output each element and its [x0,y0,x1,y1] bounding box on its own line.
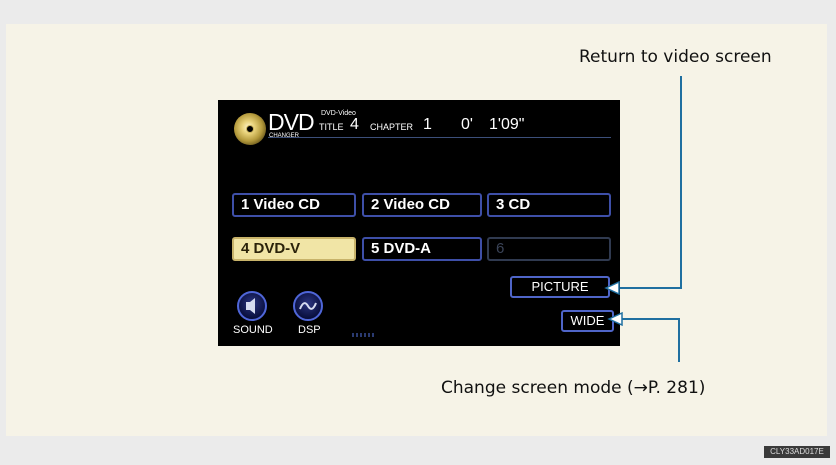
title-label: TITLE [319,122,344,132]
disc-slot-6[interactable]: 6 [487,237,611,261]
change-annotation: Change screen mode (→P. 281) [441,378,706,398]
logo-text: DVD [268,109,315,135]
sound-label: SOUND [233,324,273,336]
disc-slot-2[interactable]: 2 Video CD [362,193,482,217]
disc-slot-1[interactable]: 1 Video CD [232,193,356,217]
dsp-button[interactable] [293,291,323,321]
change-leader-line [678,318,680,362]
return-annotation: Return to video screen [579,47,772,67]
header-divider [268,137,611,138]
return-arrow-icon [604,280,620,296]
title-value: 4 [350,116,359,133]
disc-slot-3[interactable]: 3 CD [487,193,611,217]
logo-subtext: CHANGER [269,133,300,139]
disc-slot-4[interactable]: 4 DVD-V [232,237,356,261]
disc-slot-5[interactable]: 5 DVD-A [362,237,482,261]
chapter-label: CHAPTER [370,122,414,132]
chapter-value: 1 [423,116,432,133]
image-code: CLY33AD017E [764,446,830,458]
change-arrow-icon [607,311,623,327]
sound-button[interactable] [237,291,267,321]
return-leader-horizontal [620,287,682,289]
signal-level-indicator [352,333,374,337]
speaker-icon [246,298,255,314]
picture-button[interactable]: PICTURE [510,276,610,298]
elapsed-hours: 0' [461,116,473,133]
dsp-wave-icon [299,302,317,310]
dsp-label: DSP [298,324,321,336]
change-leader-horizontal [622,318,680,320]
disc-icon [234,113,266,145]
return-leader-line [680,76,682,288]
elapsed-minutes: 1'09" [489,116,525,133]
